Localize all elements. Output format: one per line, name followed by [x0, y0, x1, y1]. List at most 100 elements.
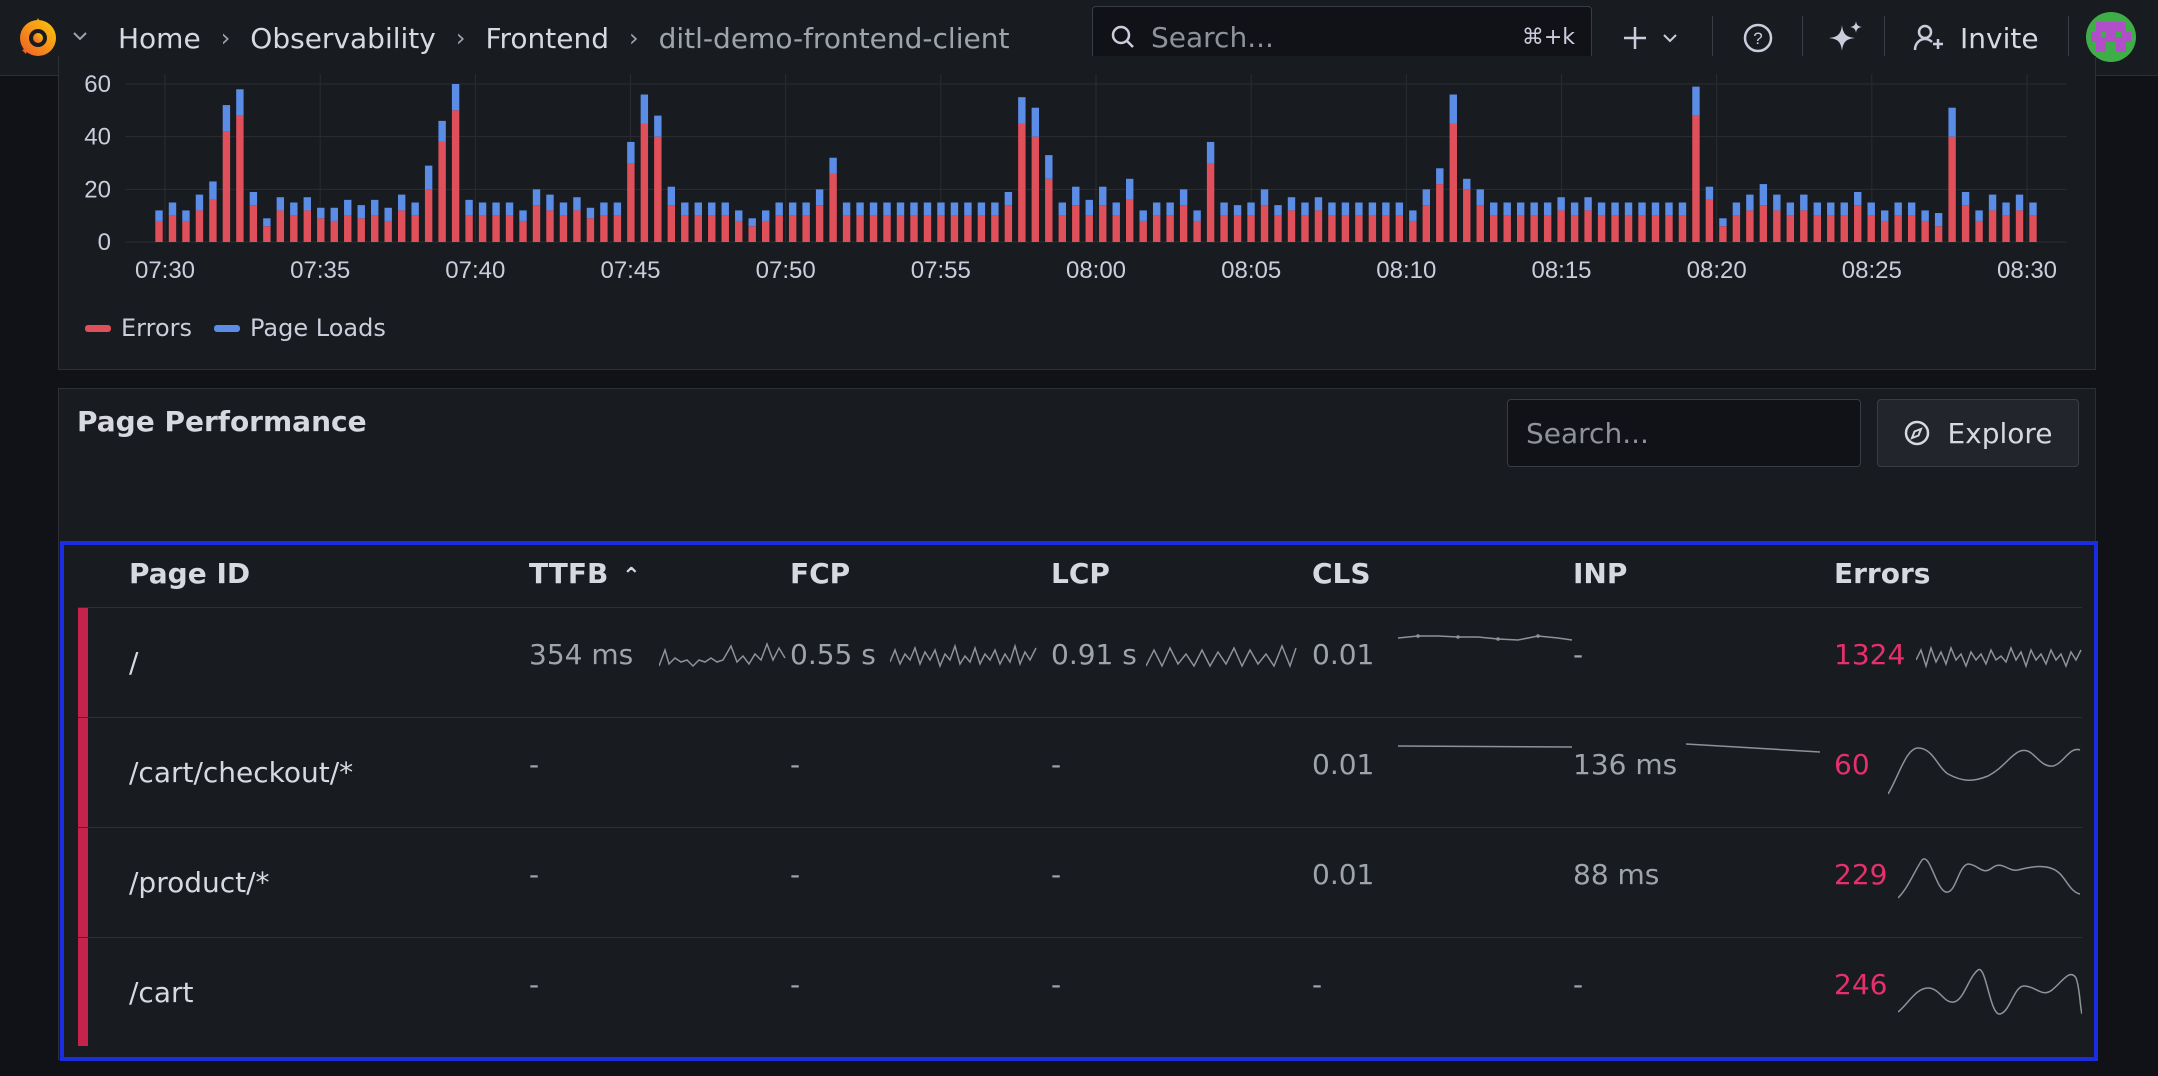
bar-page-loads	[1341, 202, 1350, 216]
bar-errors	[573, 210, 581, 242]
breadcrumb-home[interactable]: Home	[118, 22, 201, 55]
column-header-cls[interactable]: CLS	[1312, 557, 1371, 590]
bar-errors	[1624, 215, 1633, 242]
bar-page-loads	[1287, 197, 1296, 211]
bar-errors	[1557, 210, 1565, 242]
bar-page-loads	[1045, 155, 1053, 179]
page-id-link[interactable]: /	[129, 646, 138, 679]
bar-errors	[276, 210, 285, 242]
bar-page-loads	[1948, 107, 1956, 137]
bar-page-loads	[761, 210, 770, 221]
bar-errors	[1409, 220, 1417, 242]
page-id-link[interactable]: /product/*	[129, 866, 270, 899]
bar-page-loads	[2029, 202, 2037, 216]
bar-errors	[1099, 205, 1107, 242]
bar-page-loads	[411, 202, 419, 216]
column-header-errors[interactable]: Errors	[1834, 557, 1930, 590]
bar-page-loads	[249, 191, 258, 206]
row-status-marker	[78, 938, 88, 1046]
breadcrumb-frontend[interactable]: Frontend	[485, 22, 609, 55]
errors-sparkline	[1916, 645, 2082, 669]
bar-errors	[1045, 178, 1053, 242]
table-row[interactable]: /cart/checkout/* - - - 0.01 136 ms 60	[78, 717, 2082, 828]
bar-page-loads	[1894, 202, 1902, 216]
lcp-value: -	[1051, 748, 1062, 781]
help-button[interactable]: ?	[1742, 14, 1774, 62]
bar-page-loads	[1678, 202, 1687, 216]
errors-value: 229	[1834, 858, 1888, 891]
sparkle-icon	[1829, 21, 1862, 51]
assistant-button[interactable]	[1826, 14, 1864, 62]
row-status-marker	[78, 608, 88, 718]
bar-errors	[1961, 205, 1970, 242]
bar-page-loads	[1759, 184, 1768, 206]
bar-errors	[883, 215, 891, 242]
bar-page-loads	[1651, 202, 1660, 216]
bar-errors	[222, 131, 231, 242]
bar-page-loads	[1058, 202, 1067, 216]
bar-errors	[1705, 199, 1714, 242]
bar-page-loads	[424, 165, 433, 190]
legend-swatch	[85, 324, 111, 332]
stacked-bar-chart[interactable]: 0 20 40 60 07:30 07:35 07:40 07:45 07:50 07:55 08:…	[59, 56, 2097, 306]
bar-errors	[937, 215, 945, 242]
bar-page-loads	[708, 202, 716, 216]
column-header-ttfb[interactable]: TTFB ⌃	[529, 557, 641, 590]
page-id-link[interactable]: /cart	[129, 976, 193, 1009]
bar-page-loads	[1503, 202, 1511, 216]
bar-errors	[1206, 163, 1215, 242]
table-row[interactable]: /product/* - - - 0.01 88 ms 229	[78, 827, 2082, 938]
legend-item-errors[interactable]: Errors	[85, 314, 192, 342]
bar-errors	[1085, 215, 1093, 242]
bar-page-loads	[937, 202, 945, 216]
grafana-logo-icon[interactable]	[14, 14, 62, 62]
bar-page-loads	[478, 202, 487, 216]
table-row[interactable]: / 354 ms 0.55 s 0.91 s 0.01 - 1324	[78, 607, 2082, 718]
bar-errors	[1638, 215, 1646, 242]
bar-errors	[263, 226, 271, 242]
avatar[interactable]	[2086, 12, 2136, 62]
search-placeholder: Search...	[1151, 20, 1274, 54]
page-id-link[interactable]: /cart/checkout/*	[129, 756, 353, 789]
bar-errors	[1719, 226, 1727, 242]
column-header-inp[interactable]: INP	[1573, 557, 1627, 590]
bar-page-loads	[1557, 197, 1565, 211]
table-row[interactable]: /cart - - - - - 246	[78, 937, 2082, 1047]
search-placeholder: Search...	[1526, 416, 1649, 450]
column-header-page-id[interactable]: Page ID	[129, 557, 250, 590]
bar-page-loads	[586, 207, 595, 219]
column-header-fcp[interactable]: FCP	[790, 557, 850, 590]
bar-errors	[546, 210, 554, 242]
new-menu-button[interactable]	[1620, 14, 1680, 62]
explore-button[interactable]: Explore	[1877, 399, 2079, 467]
bar-errors	[1597, 215, 1606, 242]
bar-page-loads	[1247, 202, 1255, 216]
bar-errors	[1449, 123, 1457, 242]
bar-errors	[397, 210, 406, 242]
bar-errors	[465, 215, 473, 242]
bar-page-loads	[1813, 202, 1821, 216]
bar-page-loads	[344, 199, 352, 216]
column-header-lcp[interactable]: LCP	[1051, 557, 1110, 590]
bar-errors	[1368, 215, 1377, 242]
chevron-down-icon[interactable]	[70, 26, 90, 46]
bar-page-loads	[195, 194, 204, 211]
bar-errors	[1058, 215, 1067, 242]
bar-page-loads	[1449, 94, 1457, 124]
chart-legend: Errors Page Loads	[85, 314, 408, 342]
bar-page-loads	[829, 157, 837, 174]
bar-page-loads	[600, 202, 608, 216]
breadcrumb-separator-icon: ›	[455, 24, 466, 52]
legend-label: Page Loads	[250, 314, 386, 342]
breadcrumb-observability[interactable]: Observability	[250, 22, 436, 55]
bar-errors	[1260, 205, 1269, 242]
legend-item-page-loads[interactable]: Page Loads	[214, 314, 386, 342]
bar-errors	[492, 215, 500, 242]
page-search-input[interactable]: Search...	[1507, 399, 1861, 467]
invite-button[interactable]: Invite	[1912, 14, 2039, 62]
bar-page-loads	[883, 202, 891, 216]
bar-errors	[303, 210, 312, 242]
bar-page-loads	[1355, 202, 1363, 216]
bar-page-loads	[168, 202, 177, 216]
bar-errors	[236, 115, 244, 242]
